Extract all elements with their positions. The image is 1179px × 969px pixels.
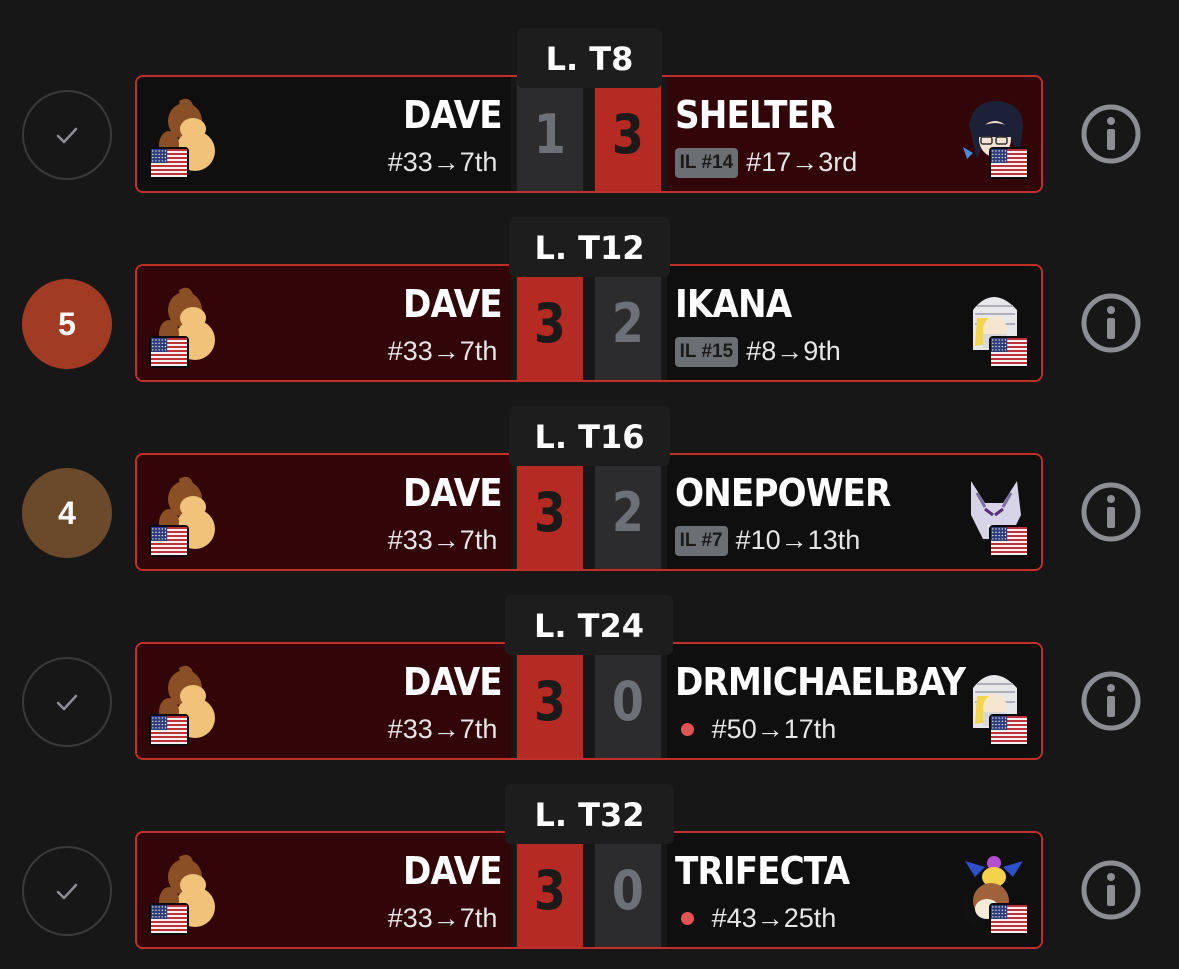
seed-placement: #8→9th [746,336,841,366]
player-name: DAVE [402,849,503,893]
us-flag-icon [989,903,1029,935]
player-seed: IL #15 #8→9th [674,336,841,367]
us-flag-icon [149,525,189,557]
left-player[interactable]: DAVE #33→7th [137,266,512,380]
info-icon[interactable] [1081,104,1141,164]
player-seed: #33→7th [388,903,498,934]
player-seed: #33→7th [388,525,498,556]
round-label: L. T12 [509,217,670,277]
player-seed: #33→7th [388,714,498,745]
player-seed: IL #14 #17→3rd [674,147,858,178]
match-row: 4 L. T16 DAVE #33→7th 3 2 ONEPOWER IL #7… [0,378,1179,571]
left-score: 3 [517,644,584,758]
il-rank-badge: IL #7 [674,525,728,556]
right-player[interactable]: TRIFECTA #43→25th [666,833,1041,947]
player-name: SHELTER [674,93,835,137]
round-label: L. T24 [505,595,673,655]
il-rank-badge: IL #15 [674,336,739,367]
right-score: 2 [594,455,661,569]
left-score: 3 [517,833,584,947]
player-name: DAVE [402,660,503,704]
seed-placement: #33→7th [387,903,498,933]
status-dot-icon [680,723,694,736]
player-seed: #33→7th [388,336,498,367]
placement-badge[interactable]: 5 [22,279,112,369]
player-name: DAVE [402,282,503,326]
player-seed: #50→17th [675,714,837,745]
left-score: 3 [517,266,584,380]
round-label: L. T16 [509,406,670,466]
player-seed: IL #7 #10→13th [674,525,861,556]
player-name: DRMICHAELBAY [674,660,966,704]
player-name: IKANA [674,282,792,326]
seed-placement: #17→3rd [746,147,858,177]
right-player[interactable]: SHELTER IL #14 #17→3rd [666,77,1041,191]
us-flag-icon [989,336,1029,368]
us-flag-icon [989,525,1029,557]
right-score: 0 [594,644,661,758]
left-player[interactable]: DAVE #33→7th [137,77,512,191]
match-card[interactable]: DAVE #33→7th 3 0 DRMICHAELBAY #50→17th [135,642,1043,760]
match-row: L. T24 DAVE #33→7th 3 0 DRMICHAELBAY #50… [0,567,1179,760]
right-score: 0 [594,833,661,947]
match-card[interactable]: DAVE #33→7th 3 2 IKANA IL #15 #8→9th [135,264,1043,382]
left-player[interactable]: DAVE #33→7th [137,833,512,947]
match-row: L. T8 DAVE #33→7th 1 3 SHELTER IL #14 #17… [0,0,1179,193]
us-flag-icon [149,147,189,179]
player-name: DAVE [402,93,503,137]
left-player[interactable]: DAVE #33→7th [137,644,512,758]
check-icon[interactable] [22,657,112,747]
match-card[interactable]: DAVE #33→7th 1 3 SHELTER IL #14 #17→3rd [135,75,1043,193]
right-player[interactable]: IKANA IL #15 #8→9th [666,266,1041,380]
seed-placement: #10→13th [735,525,861,555]
right-player[interactable]: ONEPOWER IL #7 #10→13th [666,455,1041,569]
us-flag-icon [149,336,189,368]
player-name: TRIFECTA [674,849,850,893]
left-player[interactable]: DAVE #33→7th [137,455,512,569]
info-icon[interactable] [1081,860,1141,920]
right-score: 3 [594,77,661,191]
info-icon[interactable] [1081,671,1141,731]
player-seed: #43→25th [675,903,837,934]
left-score: 3 [517,455,584,569]
status-dot-icon [680,912,694,925]
match-card[interactable]: DAVE #33→7th 3 2 ONEPOWER IL #7 #10→13th [135,453,1043,571]
player-seed: #33→7th [388,147,498,178]
seed-placement: #43→25th [711,903,837,933]
match-row: L. T32 DAVE #33→7th 3 0 TRIFECTA #43→25t… [0,756,1179,949]
check-icon[interactable] [22,846,112,936]
seed-placement: #33→7th [387,336,498,366]
match-card[interactable]: DAVE #33→7th 3 0 TRIFECTA #43→25th [135,831,1043,949]
seed-placement: #33→7th [387,714,498,744]
il-rank-badge: IL #14 [674,147,739,178]
info-icon[interactable] [1081,293,1141,353]
us-flag-icon [149,903,189,935]
player-name: ONEPOWER [674,471,891,515]
info-icon[interactable] [1081,482,1141,542]
right-score: 2 [594,266,661,380]
us-flag-icon [989,147,1029,179]
us-flag-icon [149,714,189,746]
seed-placement: #33→7th [387,147,498,177]
round-label: L. T32 [505,784,674,844]
seed-placement: #50→17th [711,714,837,744]
round-label: L. T8 [517,28,662,88]
placement-badge[interactable]: 4 [22,468,112,558]
us-flag-icon [989,714,1029,746]
right-player[interactable]: DRMICHAELBAY #50→17th [666,644,1041,758]
seed-placement: #33→7th [387,525,498,555]
check-icon[interactable] [22,90,112,180]
player-name: DAVE [402,471,503,515]
match-row: 5 L. T12 DAVE #33→7th 3 2 IKANA IL #15 #8… [0,189,1179,382]
left-score: 1 [517,77,584,191]
